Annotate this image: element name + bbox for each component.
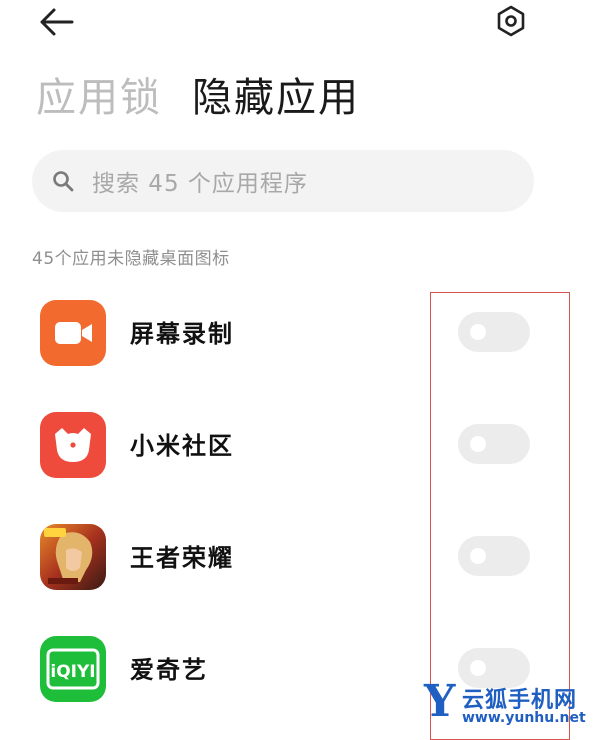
back-button[interactable]: [36, 6, 80, 38]
title-tabs: 应用锁 隐藏应用: [36, 72, 360, 124]
svg-text:iQIYI: iQIYI: [50, 662, 95, 682]
app-name: 屏幕录制: [130, 320, 234, 348]
app-name: 爱奇艺: [130, 656, 208, 684]
iqiyi-icon: iQIYI: [40, 636, 106, 702]
app-name: 小米社区: [130, 432, 234, 460]
tab-hide-apps[interactable]: 隐藏应用: [192, 72, 360, 124]
search-input[interactable]: 搜索 45 个应用程序: [32, 150, 534, 212]
xiaomi-community-icon: [40, 412, 106, 478]
highlight-box: [430, 292, 570, 740]
screen-recorder-icon: [40, 300, 106, 366]
hexagon-gear-icon: [497, 5, 525, 37]
honor-of-kings-icon: [40, 524, 106, 590]
search-icon: [53, 171, 74, 192]
settings-button[interactable]: [494, 4, 528, 38]
watermark-logo: Y 云狐手机网 www.yunhu.net: [422, 676, 600, 734]
app-name: 王者荣耀: [130, 544, 234, 572]
watermark-url: www.yunhu.net: [462, 710, 586, 726]
hide-apps-screen: 应用锁 隐藏应用 搜索 45 个应用程序 45个应用未隐藏桌面图标 屏幕录制 小…: [0, 0, 600, 740]
arrow-left-icon: [40, 8, 74, 36]
watermark-letter: Y: [424, 676, 456, 727]
search-placeholder: 搜索 45 个应用程序: [92, 171, 308, 197]
tab-app-lock[interactable]: 应用锁: [36, 72, 162, 124]
section-label: 45个应用未隐藏桌面图标: [32, 249, 230, 269]
